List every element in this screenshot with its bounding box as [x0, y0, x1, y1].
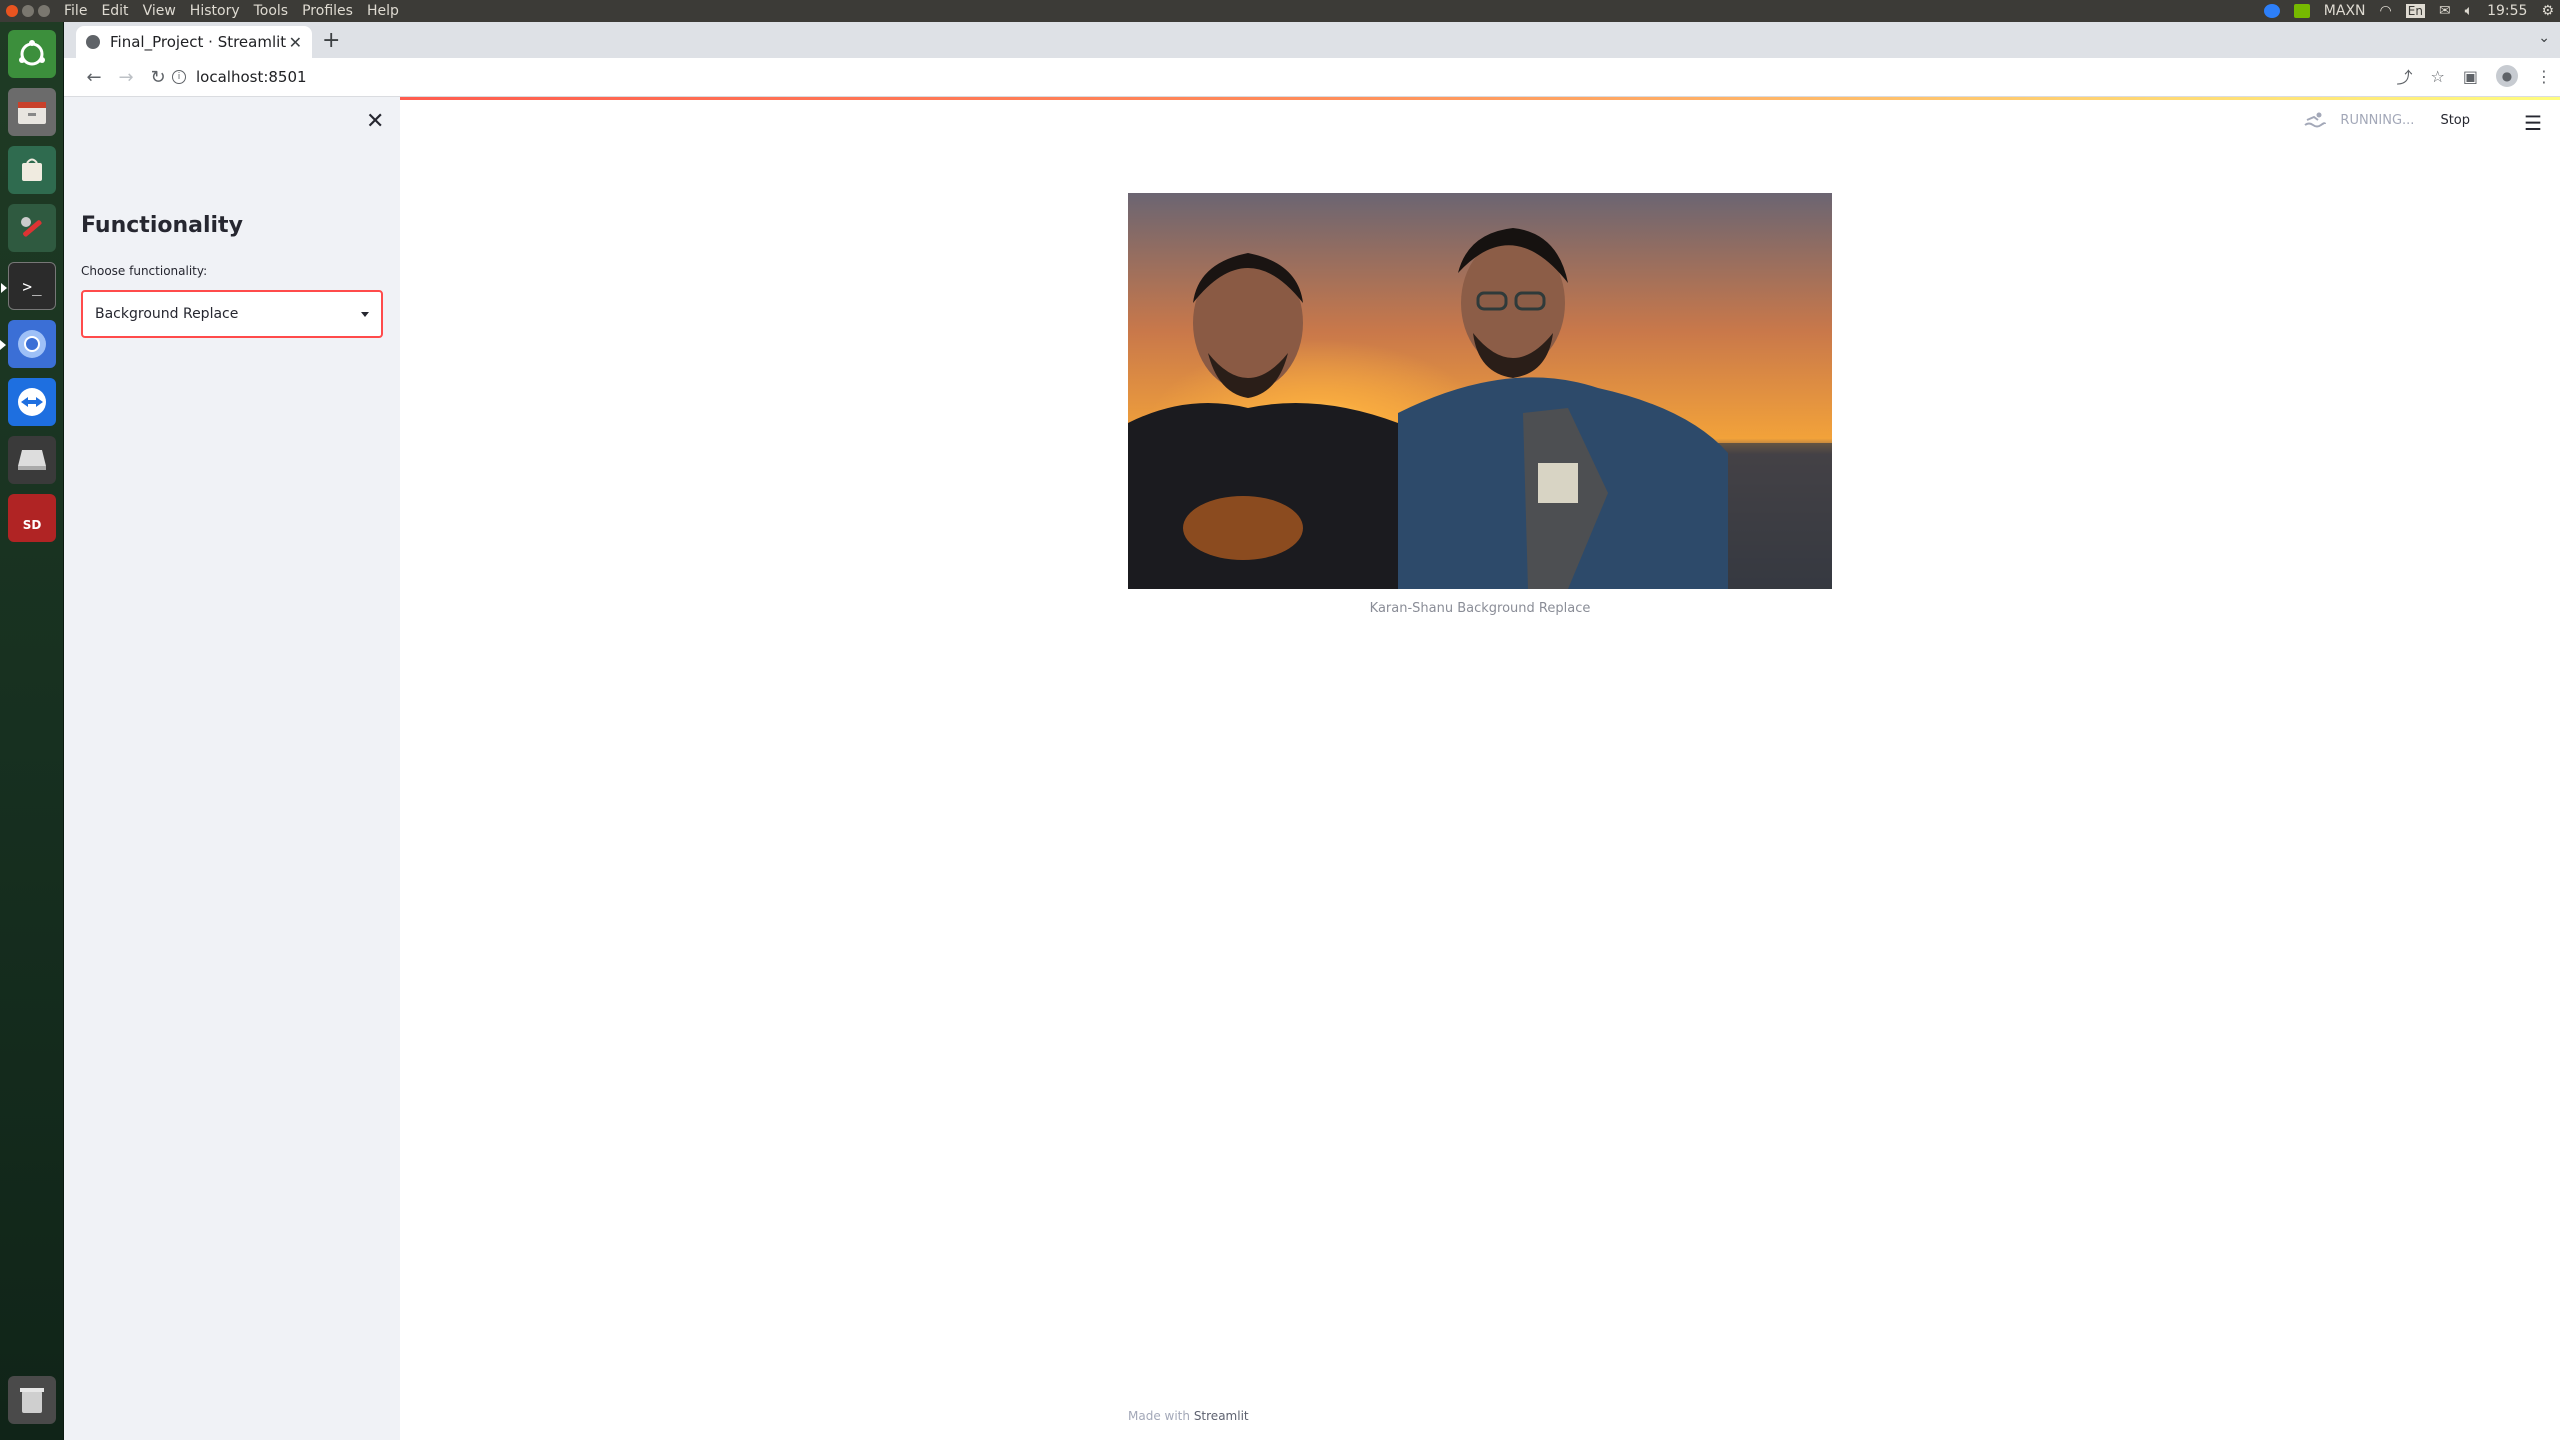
os-top-bar: File Edit View History Tools Profiles He… [0, 0, 2560, 22]
sd-card-icon[interactable]: SD [8, 494, 56, 542]
mail-icon[interactable]: ✉ [2439, 3, 2451, 19]
reload-button[interactable]: ↻ [142, 67, 174, 88]
select-label: Choose functionality: [81, 264, 208, 278]
volume-icon[interactable]: 🔈︎ [2465, 3, 2473, 19]
browser-chrome: Final_Project · Streamlit ✕ + ⌄ ← → ↻ i … [64, 22, 2560, 97]
tab-search-chevron-down-icon[interactable]: ⌄ [2538, 30, 2550, 46]
menu-view[interactable]: View [143, 3, 176, 19]
window-controls [6, 5, 50, 17]
running-status-text: RUNNING... [2340, 112, 2415, 128]
streamlit-app: ✕ Functionality Choose functionality: Ba… [64, 97, 2560, 1440]
run-status: RUNNING... Stop [2304, 111, 2470, 129]
stop-button[interactable]: Stop [2440, 113, 2470, 128]
forward-button[interactable]: → [110, 67, 142, 88]
files-icon[interactable] [8, 88, 56, 136]
clock[interactable]: 19:55 [2487, 3, 2527, 19]
terminal-icon[interactable]: >_ [1, 262, 56, 310]
ubuntu-dash-icon[interactable] [8, 30, 56, 78]
share-icon[interactable]: ⤴ [2397, 64, 2413, 88]
app-menu-bar: File Edit View History Tools Profiles He… [64, 3, 399, 19]
drive-icon[interactable] [8, 436, 56, 484]
main-menu-hamburger-icon[interactable]: ☰ [2524, 111, 2542, 135]
address-bar[interactable]: i localhost:8501 [172, 62, 2410, 92]
power-mode-label[interactable]: MAXN [2324, 3, 2366, 19]
menu-help[interactable]: Help [367, 3, 399, 19]
background-replace-image [1128, 193, 1832, 589]
sidebar-title: Functionality [81, 213, 243, 238]
image-caption: Karan-Shanu Background Replace [1369, 601, 1591, 616]
tab-close-icon[interactable]: ✕ [289, 33, 302, 52]
teamviewer-icon[interactable] [8, 378, 56, 426]
system-tray: MAXN ◠ En ✉ 🔈︎ 19:55 ⚙ [2263, 0, 2554, 22]
chromium-browser-icon[interactable] [0, 320, 56, 368]
sidebar-close-icon[interactable]: ✕ [366, 109, 384, 134]
streamlit-favicon-icon [86, 35, 100, 49]
menu-tools[interactable]: Tools [254, 3, 289, 19]
running-swimmer-icon [2304, 112, 2327, 128]
wifi-icon[interactable]: ◠ [2380, 3, 2392, 19]
teamviewer-tray-icon[interactable] [2263, 4, 2280, 18]
new-tab-button[interactable]: + [322, 28, 340, 53]
browser-toolbar: ← → ↻ i localhost:8501 ⤴ ☆ ▣ ● ⋮ [64, 58, 2560, 97]
url-text[interactable]: localhost:8501 [196, 68, 307, 86]
output-image-illustration [1128, 193, 1832, 589]
bookmark-star-icon[interactable]: ☆ [2431, 67, 2445, 86]
menu-edit[interactable]: Edit [101, 3, 128, 19]
toolbar-actions: ⤴ ☆ ▣ ● ⋮ [2397, 64, 2552, 88]
window-maximize-button[interactable] [38, 5, 50, 17]
menu-profiles[interactable]: Profiles [302, 3, 353, 19]
sidebar: ✕ Functionality Choose functionality: Ba… [64, 97, 400, 1440]
footer-prefix: Made with [1128, 1409, 1190, 1423]
menu-file[interactable]: File [64, 3, 87, 19]
menu-history[interactable]: History [190, 3, 240, 19]
keyboard-layout-indicator[interactable]: En [2405, 4, 2425, 18]
select-value[interactable]: Background Replace [95, 306, 361, 322]
streamlit-link[interactable]: Streamlit [1194, 1409, 1249, 1423]
nvidia-icon[interactable] [2293, 4, 2310, 18]
profile-avatar[interactable]: ● [2496, 65, 2518, 87]
trash-icon[interactable] [8, 1376, 56, 1424]
back-button[interactable]: ← [78, 67, 110, 88]
window-close-button[interactable] [6, 5, 18, 17]
functionality-select[interactable]: Background Replace [81, 290, 383, 338]
running-progress-line [64, 97, 2560, 100]
software-center-icon[interactable] [8, 146, 56, 194]
browser-menu-icon[interactable]: ⋮ [2536, 67, 2552, 86]
tab-strip: Final_Project · Streamlit ✕ + ⌄ [64, 22, 2560, 58]
chevron-down-icon[interactable] [361, 311, 369, 317]
tab-title: Final_Project · Streamlit [110, 33, 287, 51]
footer: Made with Streamlit [1128, 1409, 1249, 1423]
site-info-icon[interactable]: i [172, 70, 186, 84]
system-tools-icon[interactable] [8, 204, 56, 252]
settings-gear-icon[interactable]: ⚙ [2541, 3, 2554, 19]
browser-tab[interactable]: Final_Project · Streamlit ✕ [76, 26, 312, 58]
window-minimize-button[interactable] [22, 5, 34, 17]
ubuntu-launcher: >_ SD [0, 22, 64, 1440]
side-panel-icon[interactable]: ▣ [2463, 67, 2478, 86]
